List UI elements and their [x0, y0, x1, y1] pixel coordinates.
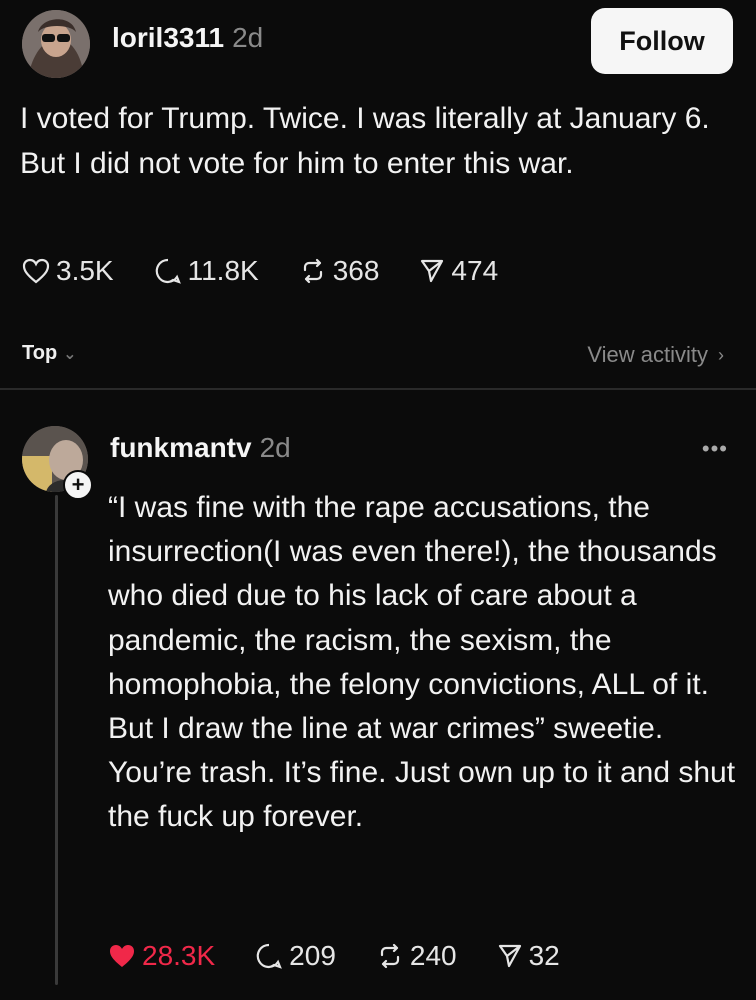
share-icon — [421, 259, 444, 283]
divider — [0, 388, 756, 390]
reply-count: 11.8K — [187, 255, 259, 286]
reply-text: “I was fine with the rape accusations, t… — [108, 491, 736, 834]
username-text[interactable]: loril3311 — [112, 22, 224, 53]
reply-repost-button[interactable]: 240 — [376, 940, 457, 972]
reply-share-count: 32 — [528, 940, 560, 971]
follow-button[interactable]: Follow — [591, 8, 733, 74]
reply-time: 2d — [259, 432, 291, 463]
reply-username[interactable]: funkmantv 2d — [110, 432, 291, 464]
reply-like-count: 28.3K — [142, 940, 216, 971]
reply-like-button[interactable]: 28.3K — [108, 940, 215, 972]
reply-reply-button[interactable]: 209 — [255, 940, 336, 972]
like-count: 3.5K — [56, 255, 114, 286]
view-activity-label: View activity — [587, 342, 708, 367]
chevron-right-icon: › — [718, 344, 724, 365]
heart-icon — [110, 945, 134, 967]
post-time: 2d — [232, 22, 264, 53]
repost-icon — [303, 258, 322, 284]
sort-label: Top — [22, 342, 58, 364]
share-count: 474 — [451, 255, 499, 286]
view-activity-link[interactable]: View activity › — [587, 342, 724, 368]
chevron-down-icon: ⌄ — [63, 345, 77, 363]
share-icon — [498, 944, 521, 968]
post-text: I voted for Trump. Twice. I was literall… — [20, 102, 710, 180]
like-button[interactable]: 3.5K — [22, 255, 114, 287]
sort-dropdown[interactable]: Top ⌄ — [22, 342, 77, 365]
comment-icon — [256, 943, 283, 969]
reply-username-text[interactable]: funkmantv — [110, 432, 252, 463]
heart-icon — [22, 258, 50, 284]
comment-icon — [155, 258, 181, 284]
reply-repost-count: 240 — [409, 940, 457, 971]
more-icon[interactable]: ••• — [702, 436, 728, 462]
avatar[interactable] — [22, 10, 90, 78]
thread-line — [55, 495, 58, 985]
repost-icon — [380, 943, 399, 969]
repost-count: 368 — [332, 255, 380, 286]
repost-button[interactable]: 368 — [299, 255, 380, 287]
reply-reply-count: 209 — [289, 940, 336, 971]
share-button[interactable]: 474 — [419, 255, 498, 287]
reply-share-button[interactable]: 32 — [497, 940, 560, 972]
follow-plus-icon[interactable]: + — [63, 470, 93, 500]
post-stats: 3.5K 11.8K 368 474 — [22, 255, 538, 287]
reply-stats: 28.3K 209 240 32 — [108, 940, 600, 972]
reply-button[interactable]: 11.8K — [154, 255, 259, 287]
post-username[interactable]: loril3311 2d — [112, 22, 263, 54]
